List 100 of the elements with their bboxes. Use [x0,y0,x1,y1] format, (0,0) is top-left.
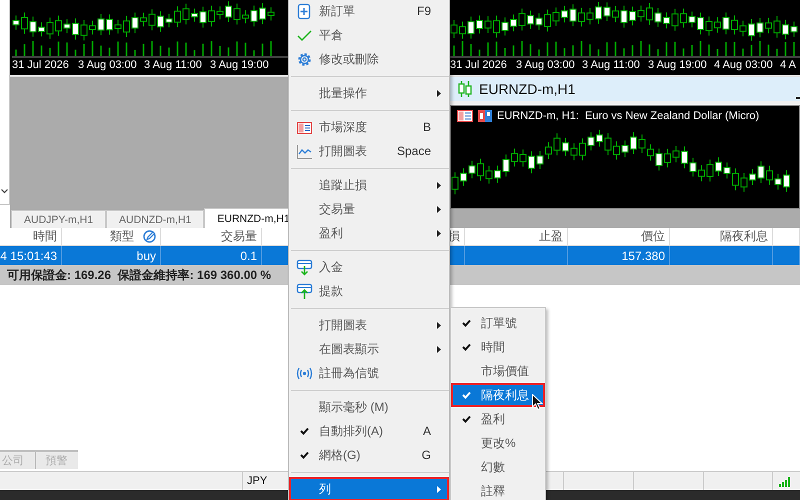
candlestick [664,148,671,168]
candlestick [200,6,206,28]
menu-item[interactable]: 自動排列(A) A [289,419,449,443]
market-depth-icon[interactable] [457,110,473,122]
axis-label: 31 Jul 2026 [12,59,70,71]
axis-label: 3 Aug 03:00 [516,59,576,71]
menu-item[interactable]: 顯示毫秒 (M) [289,395,449,419]
table-cell: buy [62,246,161,265]
menu-item[interactable]: 打開圖表 [289,313,449,337]
candlestick [681,146,688,169]
candlestick [89,20,96,36]
candlestick [242,10,249,24]
table-cell: 157.380 [568,246,670,265]
candlestick [724,162,730,180]
menu-item[interactable]: 在圖表顯示 [289,337,449,361]
checkmark-icon [462,343,470,351]
new-order-icon [296,2,312,20]
candlestick [690,157,696,177]
axis-label: 3 Aug 11:00 [144,59,203,71]
candlestick [259,2,266,25]
candlestick [64,18,70,34]
candlestick [588,132,594,151]
candlestick [468,16,474,40]
candlestick [578,7,585,27]
candlestick [782,19,789,40]
candlestick [527,10,534,30]
line-chart-icon [296,142,312,160]
chart-tab[interactable]: AUDJPY-m,H1 [11,210,106,228]
chart-settings-icon[interactable] [478,110,492,122]
candlestick [629,6,636,26]
candlestick [157,10,164,32]
menu-item[interactable]: 市場價值 [451,359,545,383]
axis-label: 3 Aug 19:00 [210,59,270,71]
menu-item[interactable]: 批量操作 [289,81,449,105]
candlestick [731,14,738,36]
candlestick [520,149,526,168]
candlestick [493,15,500,38]
axis-label: 3 Aug 19:00 [648,59,708,71]
candlestick [268,6,274,22]
menu-item[interactable]: 追蹤止損 [289,173,449,197]
candlestick [502,16,508,36]
table-cell: 0.1 [161,246,262,265]
candlestick [132,12,138,34]
candlestick [38,22,45,37]
deposit-icon [296,258,312,276]
axis-label: 3 Aug 03:00 [78,59,138,71]
candlestick [715,156,722,177]
menu-item[interactable]: 網格(G) G [289,443,449,467]
candlestick [250,5,258,27]
candlestick [758,160,764,184]
axis-label: 31 Jul 2026 [450,59,508,71]
candlestick [191,8,198,22]
candlestick [174,6,181,28]
candlestick [620,5,628,28]
candlestick [55,15,62,36]
menu-item[interactable]: 註冊為信號 [289,361,449,385]
candlestick [604,2,610,22]
candlestick [208,5,215,28]
candlestick [766,165,773,186]
candlestick [748,18,755,42]
menu-item[interactable]: 訂單號 [451,311,545,335]
candlestick [106,14,113,36]
candlestick [697,12,704,35]
menu-item[interactable]: 列 [289,477,449,500]
menu-item[interactable]: 盈利 [451,407,545,431]
candlestick [561,5,568,23]
candlestick [72,18,79,40]
menu-item[interactable]: 隔夜利息 [451,383,545,407]
axis-label: 4 Aug 03:00 [714,59,774,71]
menu-item[interactable]: 市場深度 B [289,115,449,139]
candlestick [477,158,484,182]
checkmark-icon [300,451,308,459]
menu-item[interactable]: 修改或刪除 [289,47,449,71]
candlestick [98,13,104,36]
candlestick [21,12,28,34]
table-cell: 4 15:01:43 [0,246,62,265]
checkmark-icon [462,391,470,399]
candlestick [30,16,36,38]
column-header[interactable]: 類型 [110,228,134,245]
candlestick [545,142,552,160]
candlestick [613,140,620,160]
chart-tab[interactable]: AUDNZD-m,H1 [106,210,204,228]
window-title: EURNZD-m,H1 [479,81,576,97]
candlestick [722,12,730,35]
chevron-icon[interactable] [1,188,8,194]
checkmark-icon [462,319,470,327]
menu-item[interactable]: 新訂單 F9 [289,0,449,23]
edit-icon[interactable] [143,230,156,243]
candlestick [756,17,764,38]
candlestick [774,16,780,38]
menu-item[interactable]: 平倉 [289,23,449,47]
candlestick [595,1,602,24]
candlestick [647,144,654,162]
candlestick [579,138,586,161]
candlestick [536,150,544,170]
menu-item[interactable]: 更改% [451,431,545,455]
candlestick [706,159,714,182]
menu-item[interactable]: 時間 [451,335,545,359]
menu-item[interactable]: 打開圖表 Space [289,139,449,163]
candlestick [732,168,739,191]
